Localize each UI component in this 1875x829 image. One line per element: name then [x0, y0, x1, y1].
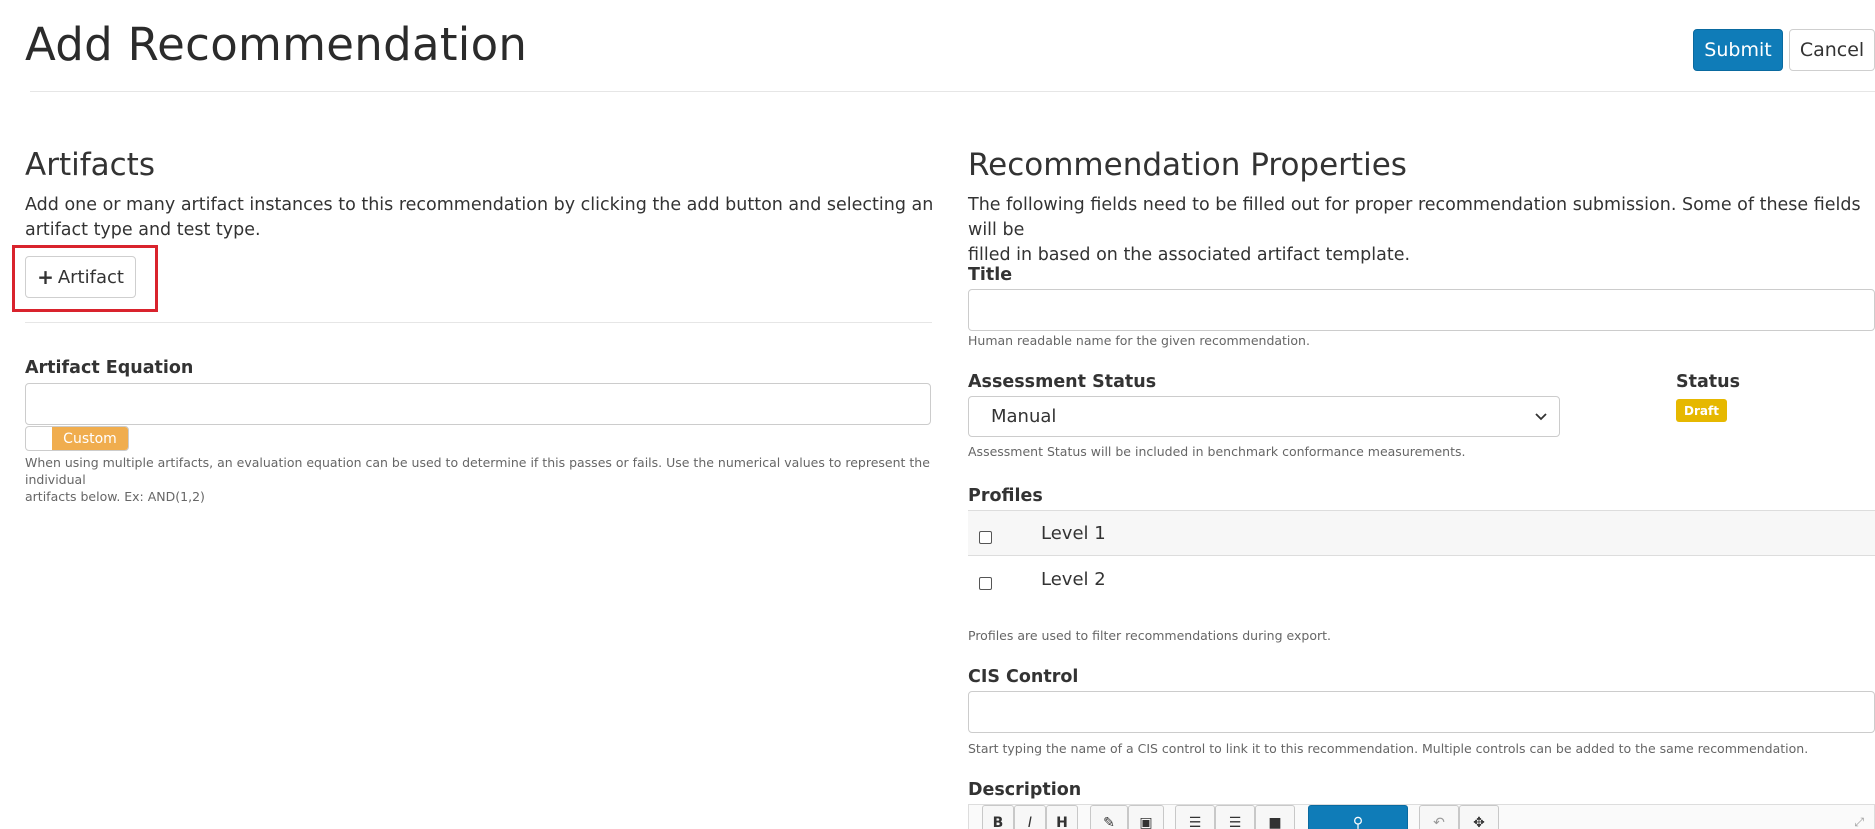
add-artifact-button[interactable]: + Artifact: [25, 256, 136, 298]
profile-row-level-1: Level 1: [968, 510, 1875, 556]
profiles-label: Profiles: [968, 486, 1043, 506]
cancel-button[interactable]: Cancel: [1789, 29, 1875, 71]
artifacts-description: Add one or many artifact instances to th…: [25, 193, 945, 243]
table-icon[interactable]: ■: [1255, 805, 1295, 829]
assessment-status-help: Assessment Status will be included in be…: [968, 444, 1466, 459]
custom-toggle[interactable]: Custom: [25, 426, 129, 451]
undo-icon[interactable]: ↶: [1419, 805, 1459, 829]
properties-heading: Recommendation Properties: [968, 147, 1407, 183]
title-input[interactable]: [968, 289, 1875, 331]
cis-control-help: Start typing the name of a CIS control t…: [968, 741, 1809, 756]
properties-description-line1: The following fields need to be filled o…: [968, 195, 1861, 240]
status-label: Status: [1676, 372, 1741, 392]
artifacts-divider: [25, 322, 932, 323]
artifact-equation-help: When using multiple artifacts, an evalua…: [25, 454, 940, 505]
header-divider: [30, 91, 1875, 92]
artifact-equation-help-line1: When using multiple artifacts, an evalua…: [25, 455, 930, 487]
custom-toggle-label: Custom: [52, 427, 128, 450]
description-label: Description: [968, 780, 1082, 800]
cis-control-input[interactable]: [968, 691, 1875, 733]
add-artifact-label: Artifact: [57, 266, 124, 288]
heading-icon[interactable]: H: [1046, 805, 1078, 829]
artifacts-heading: Artifacts: [25, 147, 155, 183]
title-help: Human readable name for the given recomm…: [968, 333, 1310, 348]
properties-description-line2: filled in based on the associated artifa…: [968, 245, 1411, 265]
page-title: Add Recommendation: [25, 18, 528, 71]
artifacts-description-line2: artifact type and test type.: [25, 220, 261, 240]
cis-control-label: CIS Control: [968, 667, 1079, 687]
artifact-equation-help-line2: artifacts below. Ex: AND(1,2): [25, 489, 205, 504]
submit-button[interactable]: Submit: [1693, 29, 1783, 71]
assessment-status-label: Assessment Status: [968, 372, 1157, 392]
level-2-label: Level 2: [1041, 569, 1106, 590]
profile-row-level-2: Level 2: [968, 556, 1875, 602]
title-label: Title: [968, 265, 1013, 285]
properties-description: The following fields need to be filled o…: [968, 193, 1875, 268]
image-icon[interactable]: ▣: [1128, 805, 1164, 829]
fullscreen-icon[interactable]: ⤢: [1854, 815, 1864, 829]
assessment-status-select[interactable]: Manual: [968, 396, 1560, 437]
level-1-label: Level 1: [1041, 523, 1106, 544]
profiles-help: Profiles are used to filter recommendati…: [968, 628, 1331, 643]
artifact-equation-input[interactable]: [25, 383, 931, 425]
level-1-checkbox[interactable]: [979, 531, 992, 544]
italic-icon[interactable]: I: [1014, 805, 1046, 829]
ordered-list-icon[interactable]: ☰: [1215, 805, 1255, 829]
artifacts-description-line1: Add one or many artifact instances to th…: [25, 195, 934, 215]
description-editor-toolbar: B I H ✎ ▣ ☰ ☰ ■ ⚲ ↶ ✥ ⤢: [968, 804, 1875, 829]
chevron-down-icon: [1535, 413, 1547, 421]
redo-icon[interactable]: ✥: [1459, 805, 1499, 829]
preview-button[interactable]: ⚲: [1308, 805, 1408, 829]
plus-icon: +: [37, 265, 54, 289]
bold-icon[interactable]: B: [982, 805, 1014, 829]
status-badge: Draft: [1676, 399, 1727, 422]
assessment-status-value: Manual: [991, 406, 1057, 427]
unordered-list-icon[interactable]: ☰: [1175, 805, 1215, 829]
artifact-equation-label: Artifact Equation: [25, 358, 194, 378]
level-2-checkbox[interactable]: [979, 577, 992, 590]
eraser-icon[interactable]: ✎: [1090, 805, 1128, 829]
